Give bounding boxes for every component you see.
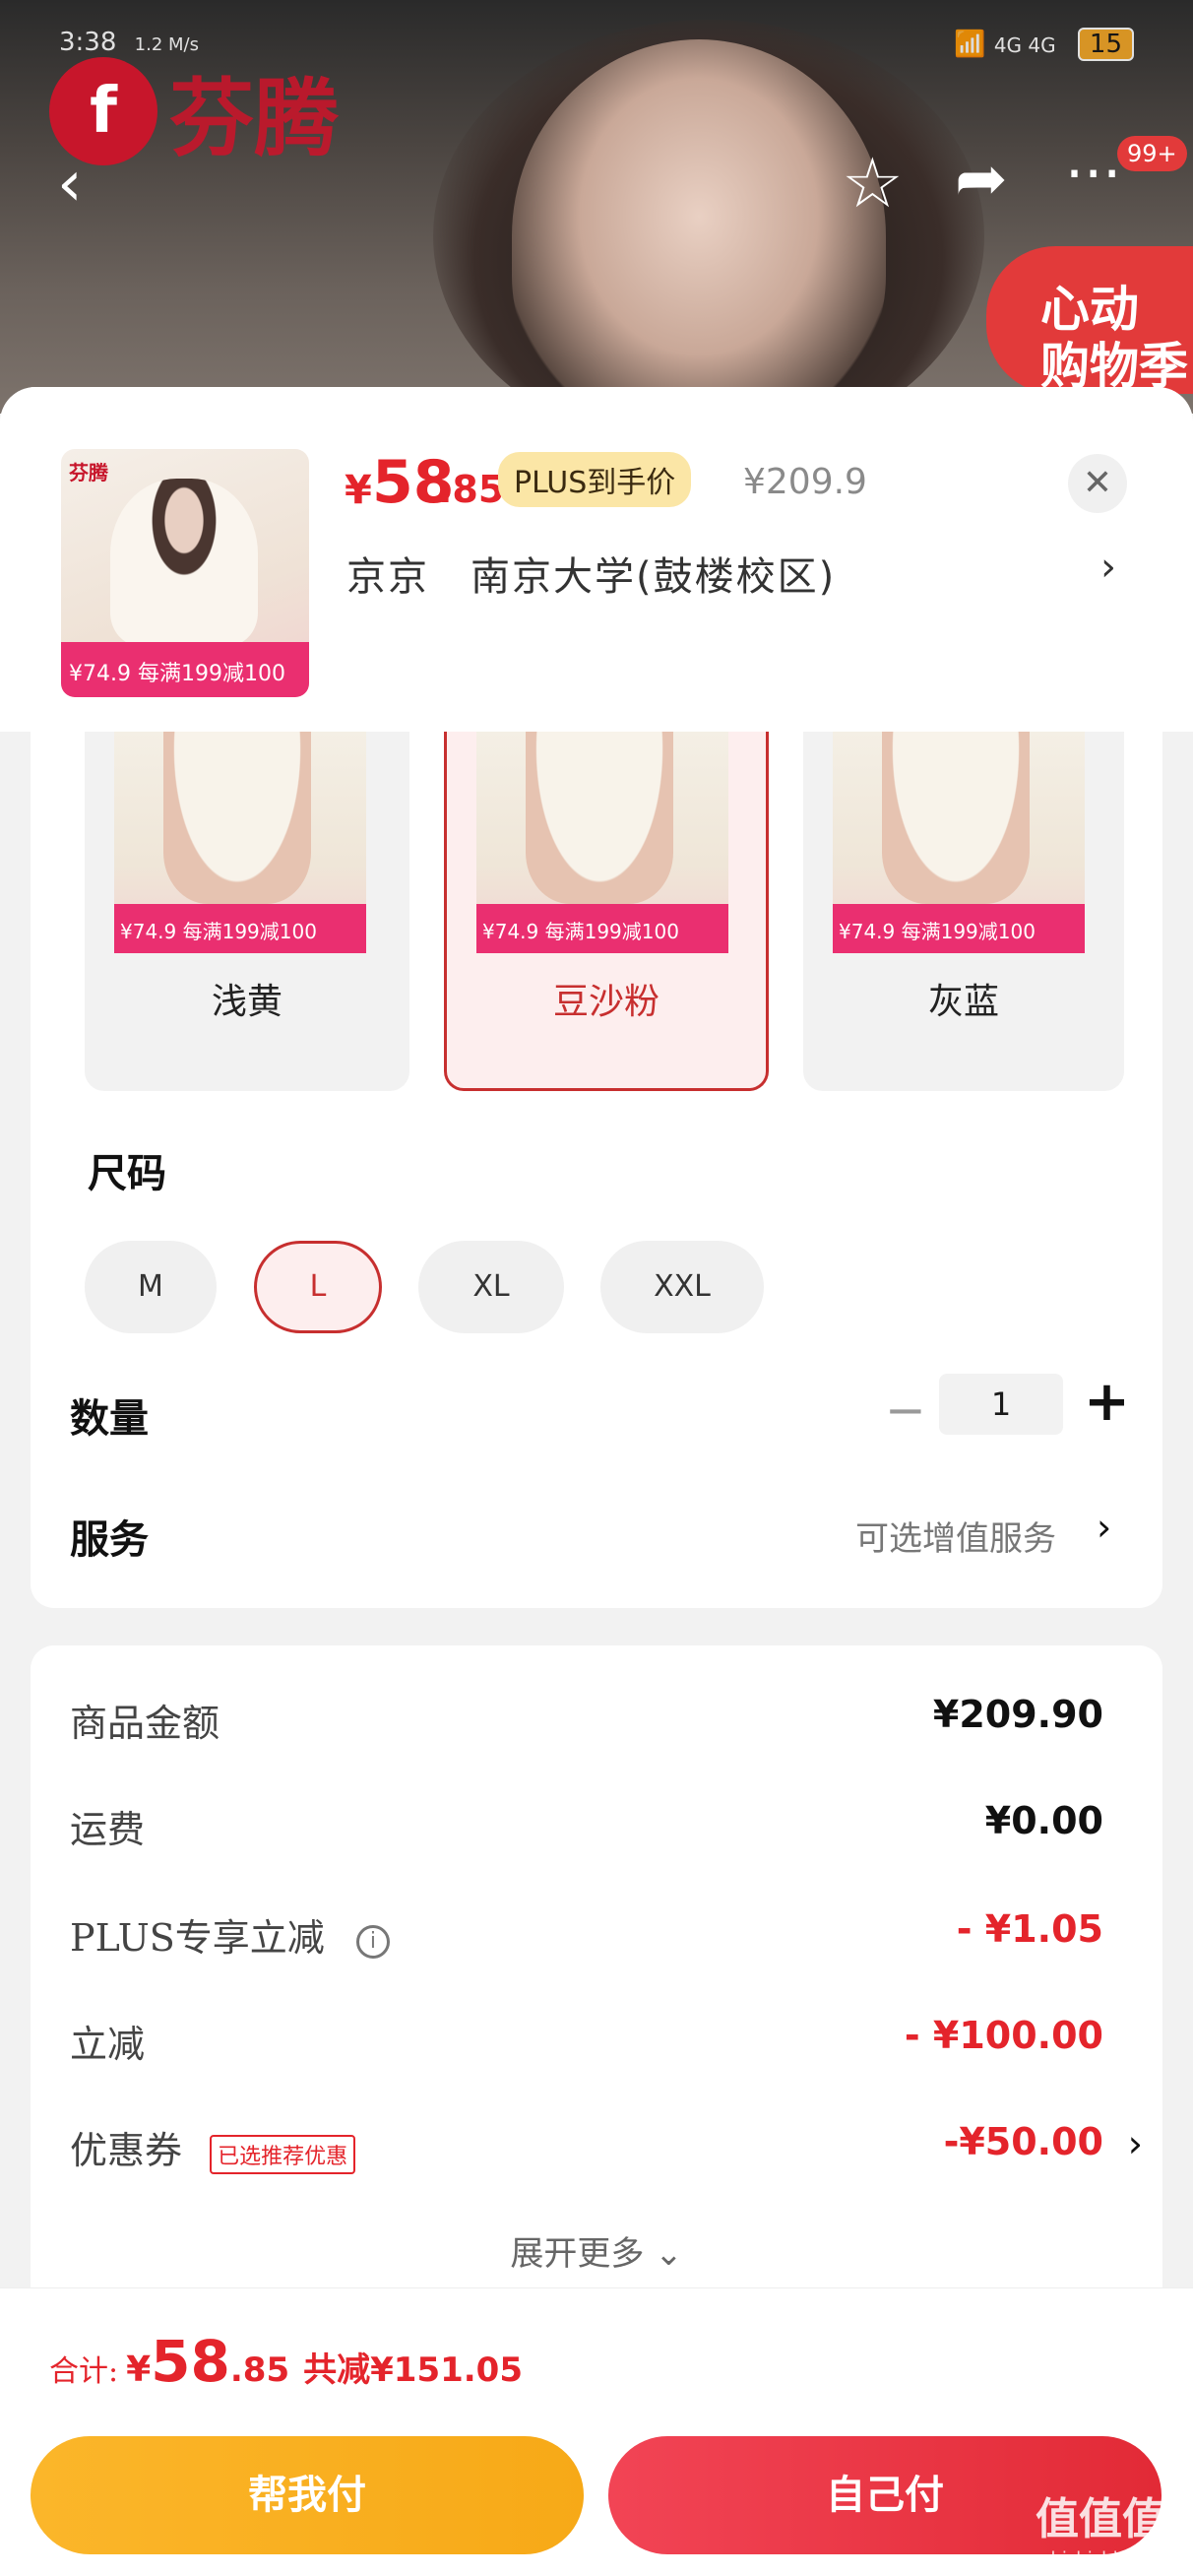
price-currency: ¥	[345, 468, 372, 513]
total-decimal: .85	[229, 2351, 290, 2390]
promo-banner[interactable]: 心动 购物季	[986, 246, 1193, 395]
color-thumb-model	[163, 732, 311, 904]
color-option-grey-blue[interactable]: ¥74.9 每满199减100 灰蓝	[803, 732, 1124, 1091]
price-summary-card: 商品金额 ¥209.90 运费 ¥0.00 PLUS专享立减 i - ¥1.05…	[31, 1645, 1162, 2315]
shipping-label: 运费	[70, 1808, 146, 1851]
size-section-title: 尺码	[88, 1150, 166, 1196]
total-amount: 合计: ¥58.85 共减¥151.05	[49, 2328, 523, 2395]
service-label: 服务	[70, 1516, 149, 1563]
promo-line-1: 心动	[1040, 281, 1139, 338]
pay-for-me-button[interactable]: 帮我付	[31, 2436, 584, 2554]
original-price: ¥209.9	[743, 462, 867, 502]
info-icon[interactable]: i	[355, 1924, 390, 1959]
product-thumbnail[interactable]: 芬腾 ¥74.9 每满199减100	[61, 449, 309, 697]
watermark-url: zhizhizhi.com	[1041, 2548, 1162, 2569]
expand-more-button[interactable]: 展开更多 ⌄	[31, 2226, 1162, 2275]
total-currency: ¥	[126, 2350, 152, 2390]
spec-card: ¥74.9 每满199减100 浅黄 ¥74.9 每满199减100 豆沙粉 ¥…	[31, 732, 1162, 1608]
coupon-row[interactable]: 优惠券 已选推荐优惠	[70, 2120, 356, 2174]
quantity-label: 数量	[70, 1395, 149, 1442]
goods-amount-label: 商品金额	[70, 1702, 220, 1745]
share-icon[interactable]: ➦	[955, 143, 1008, 216]
size-option-xl[interactable]: XL	[418, 1241, 564, 1333]
chevron-right-icon[interactable]: ›	[1128, 2122, 1143, 2165]
plus-discount-value: - ¥1.05	[956, 1907, 1103, 1951]
color-thumb-model	[882, 732, 1030, 904]
plus-discount-label: PLUS专享立减	[70, 1916, 325, 1960]
color-label: 豆沙粉	[552, 982, 659, 1022]
expand-more-label: 展开更多	[510, 2234, 645, 2274]
thumb-model	[110, 479, 258, 646]
color-options: ¥74.9 每满199减100 浅黄 ¥74.9 每满199减100 豆沙粉 ¥…	[85, 732, 1138, 1091]
color-thumbnail: ¥74.9 每满199减100	[114, 732, 366, 953]
plus-discount-row: PLUS专享立减 i	[70, 1907, 390, 1962]
brand-logo-area: f 芬腾	[49, 49, 339, 172]
value-added-service-link[interactable]: 可选增值服务	[855, 1512, 1056, 1560]
status-indicators: 📶 4G 4G 15	[954, 28, 1134, 61]
chevron-right-icon[interactable]: ›	[1100, 545, 1116, 590]
color-label: 浅黄	[211, 982, 283, 1022]
color-label: 灰蓝	[927, 982, 999, 1022]
coupon-recommended-tag: 已选推荐优惠	[210, 2134, 356, 2174]
spec-selection-sheet: 芬腾 ¥74.9 每满199减100 ¥ 58 .85 PLUS到手价 ¥209…	[0, 387, 1193, 2576]
thumb-brand: 芬腾	[69, 461, 108, 484]
quantity-minus-button[interactable]: −	[885, 1382, 926, 1439]
more-icon[interactable]: ···	[1065, 140, 1121, 209]
goods-amount-value: ¥209.90	[932, 1693, 1103, 1736]
coupon-value[interactable]: -¥50.00	[944, 2120, 1103, 2163]
color-thumbnail: ¥74.9 每满199减100	[476, 732, 728, 953]
color-promo-strip: ¥74.9 每满199减100	[833, 904, 1085, 953]
coupon-label: 优惠券	[70, 2129, 183, 2172]
color-option-bean-pink[interactable]: ¥74.9 每满199减100 豆沙粉	[444, 732, 769, 1091]
plus-price-tag: PLUS到手价	[498, 452, 692, 507]
color-thumb-model	[526, 732, 673, 904]
color-option-light-yellow[interactable]: ¥74.9 每满199减100 浅黄	[85, 732, 409, 1091]
hero-model-face	[512, 39, 886, 414]
instant-discount-label: 立减	[70, 2023, 146, 2066]
size-option-l[interactable]: L	[254, 1241, 382, 1333]
size-option-m[interactable]: M	[85, 1241, 217, 1333]
wifi-icon: 📶	[954, 30, 986, 59]
chevron-down-icon: ⌄	[655, 2234, 683, 2274]
price-decimal: .85	[438, 468, 505, 511]
back-icon[interactable]: ‹	[57, 148, 83, 221]
total-integer: 58	[151, 2328, 230, 2395]
color-promo-strip: ¥74.9 每满199减100	[476, 904, 728, 953]
message-count-badge: 99+	[1117, 136, 1187, 171]
quantity-plus-button[interactable]: +	[1084, 1370, 1130, 1434]
size-option-xxl[interactable]: XXL	[600, 1241, 764, 1333]
instant-discount-value: - ¥100.00	[904, 2014, 1103, 2057]
close-icon[interactable]: ✕	[1068, 454, 1127, 513]
checkout-footer: 合计: ¥58.85 共减¥151.05 帮我付 自己付	[0, 2287, 1193, 2576]
delivery-address[interactable]: 京京 南京大学(鼓楼校区)	[346, 545, 836, 602]
total-label: 合计:	[49, 2354, 119, 2389]
battery-icon: 15	[1077, 28, 1134, 61]
brand-name: 芬腾	[169, 70, 339, 168]
watermark-logo: 值值值	[1036, 2494, 1165, 2544]
color-thumbnail: ¥74.9 每满199减100	[833, 732, 1085, 953]
shipping-value: ¥0.00	[984, 1799, 1103, 1842]
thumb-promo-strip: ¥74.9 每满199减100	[61, 642, 309, 697]
signal-text: 4G 4G	[993, 33, 1056, 57]
favorite-star-icon[interactable]: ☆	[842, 143, 904, 224]
quantity-input[interactable]: 1	[939, 1374, 1063, 1435]
color-promo-strip: ¥74.9 每满199减100	[114, 904, 366, 953]
total-saved: 共减¥151.05	[303, 2351, 523, 2390]
chevron-right-icon[interactable]: ›	[1097, 1506, 1111, 1549]
sheet-header: 芬腾 ¥74.9 每满199减100 ¥ 58 .85 PLUS到手价 ¥209…	[0, 387, 1193, 732]
